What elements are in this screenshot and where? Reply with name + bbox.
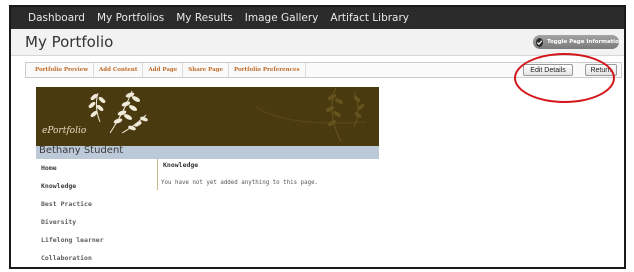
- toggle-page-information-button[interactable]: Toggle Page Information: [533, 35, 623, 49]
- sidebar-item-knowledge[interactable]: Knowledge: [36, 177, 157, 195]
- page-title: My Portfolio: [25, 33, 114, 51]
- portfolio-banner: ePortfolio: [36, 87, 379, 146]
- owner-name: Bethany Student: [39, 145, 124, 156]
- nav-image-gallery[interactable]: Image Gallery: [245, 12, 319, 24]
- sidebar-item-home[interactable]: Home: [36, 159, 157, 177]
- tab-add-page[interactable]: Add Page: [143, 63, 184, 77]
- toggle-page-information-label: Toggle Page Information: [547, 39, 623, 45]
- nav-artifact-library[interactable]: Artifact Library: [330, 12, 409, 24]
- page-content: Knowledge You have not yet added anythin…: [157, 159, 379, 190]
- tab-add-content[interactable]: Add Content: [94, 63, 144, 77]
- empty-page-message: You have not yet added anything to this …: [161, 180, 319, 186]
- content-heading: Knowledge: [163, 161, 199, 169]
- nav-my-portfolios[interactable]: My Portfolios: [97, 12, 164, 24]
- check-circle-icon: [536, 37, 543, 47]
- sidebar-item-collaboration[interactable]: Collaboration: [36, 249, 157, 267]
- sidebar-item-best-practice[interactable]: Best Practice: [36, 195, 157, 213]
- sidebar-item-diversity[interactable]: Diversity: [36, 213, 157, 231]
- fern-decoration-icon: [88, 87, 367, 143]
- eportfolio-logo: ePortfolio: [42, 126, 87, 136]
- action-tab-bar: Portfolio Preview Add Content Add Page S…: [25, 62, 622, 78]
- top-navigation: Dashboard My Portfolios My Results Image…: [11, 7, 624, 29]
- app-frame: Dashboard My Portfolios My Results Image…: [9, 5, 626, 269]
- title-bar: My Portfolio Toggle Page Information: [11, 29, 624, 56]
- tab-portfolio-preview[interactable]: Portfolio Preview: [30, 63, 94, 77]
- nav-dashboard[interactable]: Dashboard: [28, 12, 85, 24]
- sidebar-item-lifelong-learner[interactable]: Lifelong learner: [36, 231, 157, 249]
- tab-portfolio-preferences[interactable]: Portfolio Preferences: [229, 63, 306, 77]
- tab-share-page[interactable]: Share Page: [183, 63, 229, 77]
- portfolio-page-nav: Home Knowledge Best Practice Diversity L…: [36, 159, 157, 267]
- owner-name-bar: Bethany Student: [36, 145, 379, 159]
- nav-my-results[interactable]: My Results: [176, 12, 233, 24]
- page-toolbar: Portfolio Preview Add Content Add Page S…: [11, 56, 624, 86]
- action-tabs: Portfolio Preview Add Content Add Page S…: [30, 63, 306, 77]
- edit-details-button[interactable]: Edit Details: [523, 64, 573, 76]
- return-button[interactable]: Return: [585, 64, 617, 76]
